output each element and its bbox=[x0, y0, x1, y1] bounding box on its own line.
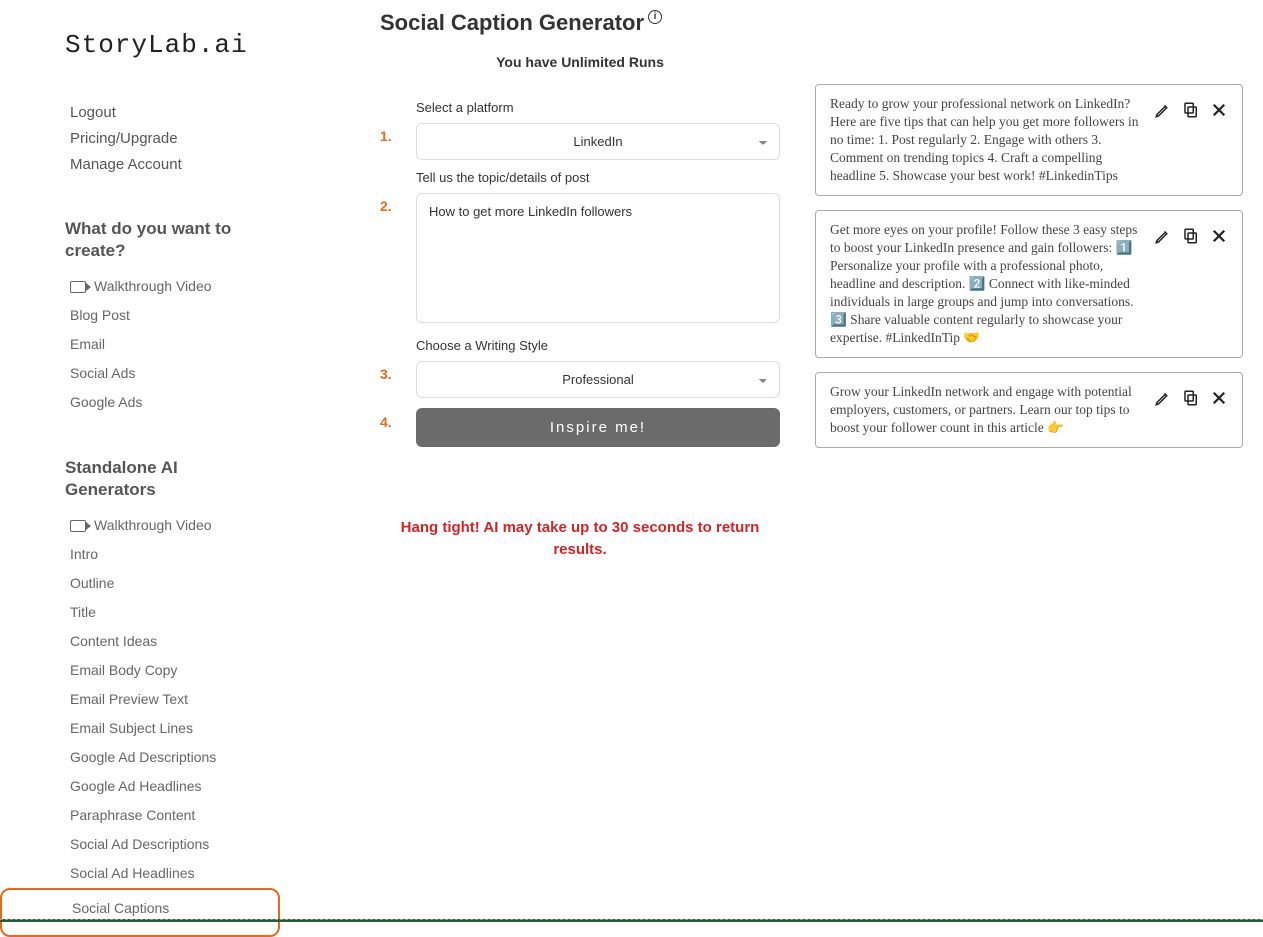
result-text: Get more eyes on your profile! Follow th… bbox=[830, 221, 1140, 347]
account-links: Logout Pricing/Upgrade Manage Account bbox=[70, 100, 270, 178]
nav-label: Blog Post bbox=[70, 301, 130, 330]
nav-label: Title bbox=[70, 598, 96, 627]
inspire-button[interactable]: Inspire me! bbox=[416, 408, 780, 447]
nav-label: Google Ad Headlines bbox=[70, 772, 202, 801]
nav-email-preview[interactable]: Email Preview Text bbox=[70, 685, 270, 714]
copy-button[interactable] bbox=[1182, 101, 1200, 122]
nav-outline[interactable]: Outline bbox=[70, 569, 270, 598]
nav-walkthrough-video-2[interactable]: Walkthrough Video bbox=[70, 511, 270, 540]
result-text: Ready to grow your professional network … bbox=[830, 95, 1140, 185]
nav-label: Paraphrase Content bbox=[70, 801, 195, 830]
pricing-link[interactable]: Pricing/Upgrade bbox=[70, 126, 270, 152]
nav-label: Google Ads bbox=[70, 388, 142, 417]
step-number: 1. bbox=[380, 100, 398, 160]
wait-message: Hang tight! AI may take up to 30 seconds… bbox=[380, 517, 780, 561]
logo: StoryLab.ai bbox=[65, 30, 270, 60]
section-standalone-head: Standalone AI Generators bbox=[65, 457, 270, 501]
close-icon bbox=[1210, 227, 1228, 245]
nav-label: Intro bbox=[70, 540, 98, 569]
step-number: 3. bbox=[380, 338, 398, 398]
nav-google-ad-desc[interactable]: Google Ad Descriptions bbox=[70, 743, 270, 772]
nav-label: Email Body Copy bbox=[70, 656, 177, 685]
close-button[interactable] bbox=[1210, 389, 1228, 410]
result-actions bbox=[1154, 221, 1228, 347]
pencil-icon bbox=[1154, 227, 1172, 245]
page-title-text: Social Caption Generator bbox=[380, 10, 644, 36]
nav-label: Outline bbox=[70, 569, 114, 598]
style-select[interactable]: Professional bbox=[416, 361, 780, 398]
pencil-icon bbox=[1154, 101, 1172, 119]
video-icon bbox=[70, 281, 86, 293]
nav-google-ads[interactable]: Google Ads bbox=[70, 388, 270, 417]
step-1: 1. Select a platform LinkedIn bbox=[380, 100, 780, 160]
nav-google-ad-head[interactable]: Google Ad Headlines bbox=[70, 772, 270, 801]
close-icon bbox=[1210, 389, 1228, 407]
step-2: 2. Tell us the topic/details of post bbox=[380, 170, 780, 328]
nav-social-ad-head[interactable]: Social Ad Headlines bbox=[70, 859, 270, 888]
platform-label: Select a platform bbox=[416, 100, 780, 115]
nav-label: Email Preview Text bbox=[70, 685, 188, 714]
result-text: Grow your LinkedIn network and engage wi… bbox=[830, 383, 1140, 437]
result-actions bbox=[1154, 383, 1228, 437]
pencil-icon bbox=[1154, 389, 1172, 407]
copy-button[interactable] bbox=[1182, 227, 1200, 248]
close-icon bbox=[1210, 101, 1228, 119]
nav-label: Email bbox=[70, 330, 105, 359]
result-actions bbox=[1154, 95, 1228, 185]
nav-label: Google Ad Descriptions bbox=[70, 743, 216, 772]
nav-label: Social Ad Headlines bbox=[70, 859, 195, 888]
copy-button[interactable] bbox=[1182, 389, 1200, 410]
logout-link[interactable]: Logout bbox=[70, 100, 270, 126]
main: Social Caption Generator i You have Unli… bbox=[290, 0, 1263, 923]
result-card: Grow your LinkedIn network and engage wi… bbox=[815, 372, 1243, 448]
topic-textarea[interactable] bbox=[416, 193, 780, 323]
nav-email-body[interactable]: Email Body Copy bbox=[70, 656, 270, 685]
nav-social-ad-desc[interactable]: Social Ad Descriptions bbox=[70, 830, 270, 859]
step-number: 4. bbox=[380, 408, 398, 447]
nav-email-subject[interactable]: Email Subject Lines bbox=[70, 714, 270, 743]
nav-label: Social Ads bbox=[70, 359, 135, 388]
results-column: Ready to grow your professional network … bbox=[815, 10, 1243, 923]
manage-account-link[interactable]: Manage Account bbox=[70, 152, 270, 178]
topic-label: Tell us the topic/details of post bbox=[416, 170, 780, 185]
step-4: 4. Inspire me! bbox=[380, 408, 780, 447]
runs-line: You have Unlimited Runs bbox=[380, 54, 780, 70]
nav-walkthrough-video[interactable]: Walkthrough Video bbox=[70, 272, 270, 301]
nav-label: Walkthrough Video bbox=[94, 272, 212, 301]
nav-content-ideas[interactable]: Content Ideas bbox=[70, 627, 270, 656]
style-label: Choose a Writing Style bbox=[416, 338, 780, 353]
nav-label: Email Subject Lines bbox=[70, 714, 193, 743]
nav-label: Social Ad Descriptions bbox=[70, 830, 209, 859]
result-card: Get more eyes on your profile! Follow th… bbox=[815, 210, 1243, 358]
edit-button[interactable] bbox=[1154, 101, 1172, 122]
nav-intro[interactable]: Intro bbox=[70, 540, 270, 569]
nav-label: Walkthrough Video bbox=[94, 511, 212, 540]
nav-paraphrase[interactable]: Paraphrase Content bbox=[70, 801, 270, 830]
section-create-head: What do you want to create? bbox=[65, 218, 270, 262]
close-button[interactable] bbox=[1210, 101, 1228, 122]
nav-blog-post[interactable]: Blog Post bbox=[70, 301, 270, 330]
copy-icon bbox=[1182, 227, 1200, 245]
nav-label: Content Ideas bbox=[70, 627, 157, 656]
copy-icon bbox=[1182, 389, 1200, 407]
info-icon[interactable]: i bbox=[648, 10, 662, 24]
step-3: 3. Choose a Writing Style Professional bbox=[380, 338, 780, 398]
nav-social-ads[interactable]: Social Ads bbox=[70, 359, 270, 388]
result-card: Ready to grow your professional network … bbox=[815, 84, 1243, 196]
page-title: Social Caption Generator i bbox=[380, 10, 780, 36]
video-icon bbox=[70, 520, 86, 532]
edit-button[interactable] bbox=[1154, 227, 1172, 248]
copy-icon bbox=[1182, 101, 1200, 119]
step-number: 2. bbox=[380, 170, 398, 328]
nav-title[interactable]: Title bbox=[70, 598, 270, 627]
edit-button[interactable] bbox=[1154, 389, 1172, 410]
bottom-border bbox=[0, 919, 1263, 922]
platform-select[interactable]: LinkedIn bbox=[416, 123, 780, 160]
form-column: Social Caption Generator i You have Unli… bbox=[380, 10, 780, 923]
nav-social-captions[interactable]: Social Captions bbox=[0, 888, 280, 937]
nav-email[interactable]: Email bbox=[70, 330, 270, 359]
sidebar: StoryLab.ai Logout Pricing/Upgrade Manag… bbox=[0, 0, 290, 923]
close-button[interactable] bbox=[1210, 227, 1228, 248]
